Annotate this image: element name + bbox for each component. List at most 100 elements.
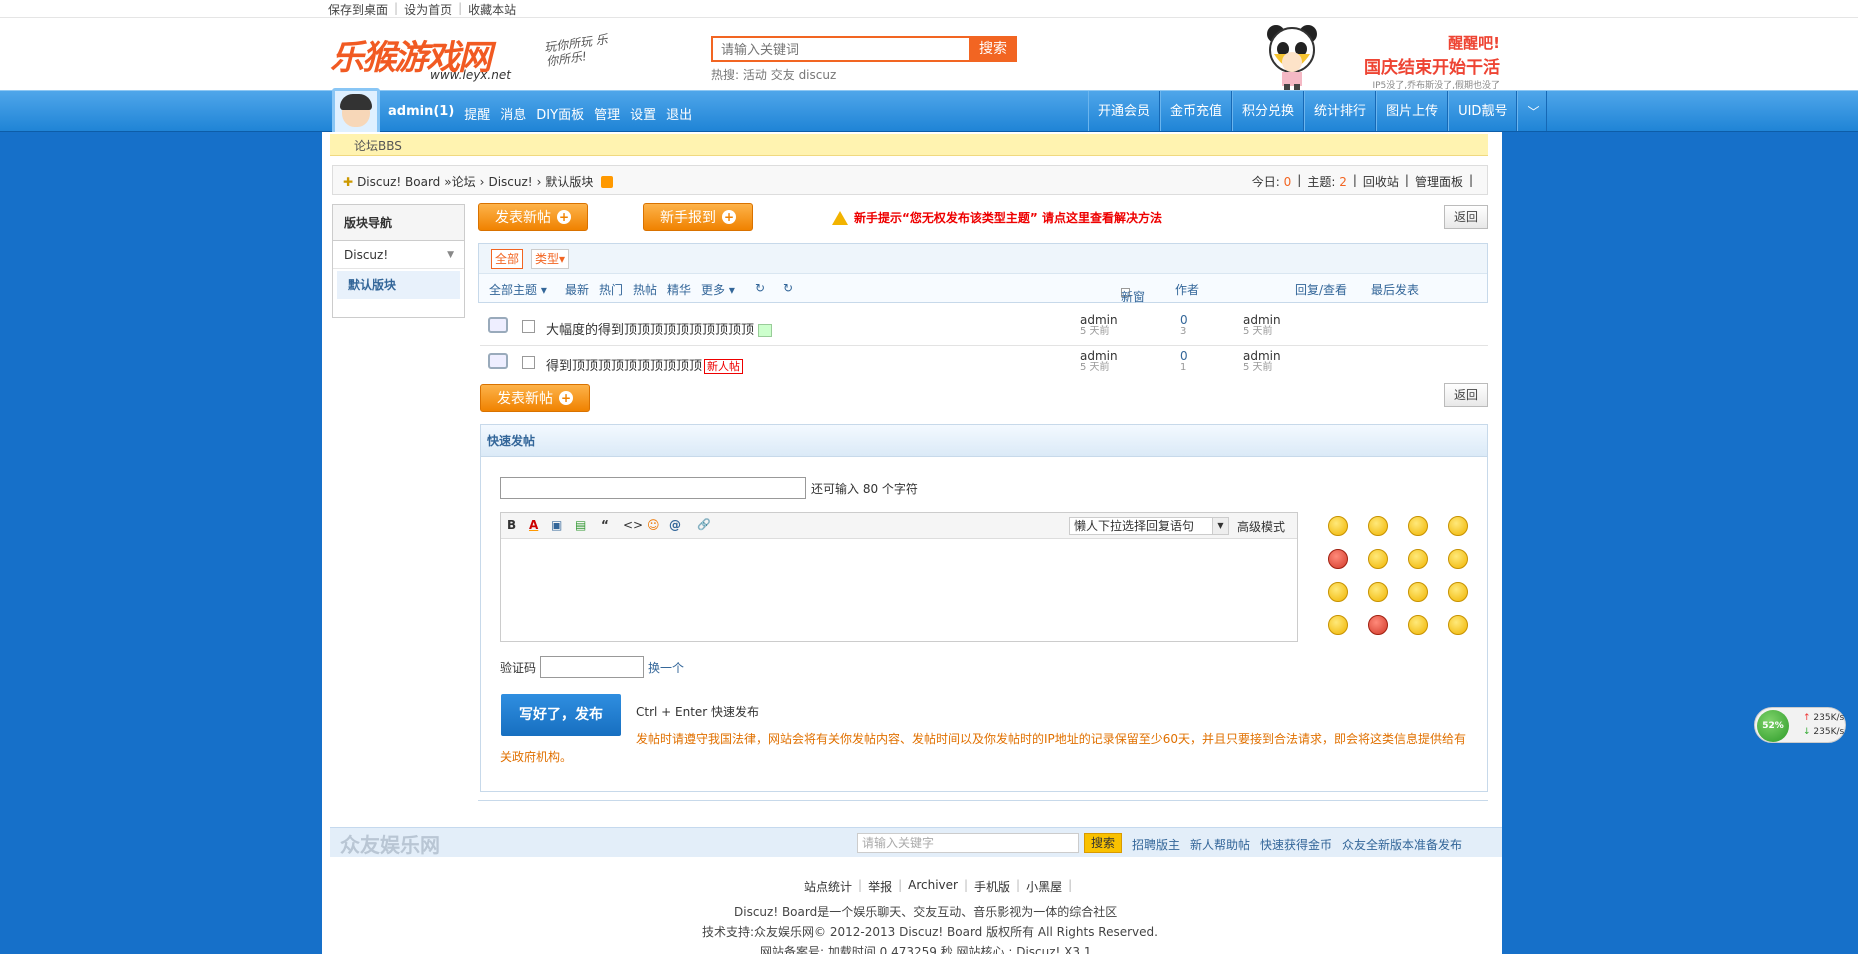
thread-title[interactable]: 得到顶顶顶顶顶顶顶顶顶顶 新人帖 bbox=[546, 355, 744, 374]
footer-nav-link[interactable]: 小黑屋 bbox=[1026, 878, 1062, 895]
reply-template-select[interactable]: 懒人下拉选择回复语句 ▼ bbox=[1069, 517, 1229, 535]
hot-word[interactable]: 交友 bbox=[771, 68, 795, 82]
footer-link[interactable]: 新人帮助帖 bbox=[1190, 836, 1250, 853]
mad-emoji-icon[interactable] bbox=[1368, 615, 1388, 635]
bold-icon[interactable]: B bbox=[507, 518, 516, 532]
admin-panel-link[interactable]: 管理面板 bbox=[1415, 173, 1463, 190]
newbie-button[interactable]: 新手报到 + bbox=[643, 203, 753, 231]
nav-exchange[interactable]: 积分兑换 bbox=[1232, 91, 1305, 131]
sidebar-item-current[interactable]: 默认版块 bbox=[337, 271, 460, 299]
at-icon[interactable]: @ bbox=[669, 518, 681, 532]
yawn-emoji-icon[interactable] bbox=[1448, 615, 1468, 635]
image-icon[interactable]: ▣ bbox=[551, 518, 562, 532]
footer-nav-link[interactable]: 站点统计 bbox=[804, 878, 852, 895]
sidebar-group[interactable]: Discuz! ▼ bbox=[333, 241, 464, 269]
footer-search-button[interactable]: 搜索 bbox=[1084, 833, 1122, 853]
crumb-discuz[interactable]: Discuz! bbox=[488, 175, 532, 189]
set-homepage-link[interactable]: 设为首页 bbox=[404, 1, 452, 18]
table-row[interactable]: 大幅度的得到顶顶顶顶顶顶顶顶顶顶 admin 5 天前 03 admin 5 天前 bbox=[480, 310, 1488, 346]
chevron-down-icon[interactable]: ﹀ bbox=[1517, 91, 1548, 131]
crumb-current[interactable]: 默认版块 bbox=[545, 173, 593, 190]
footer-search-input[interactable]: 请输入关键字 bbox=[857, 833, 1079, 853]
tab-latest[interactable]: 最新 bbox=[565, 281, 589, 298]
logout-link[interactable]: 退出 bbox=[666, 104, 692, 123]
footer-nav-link[interactable]: 手机版 bbox=[974, 878, 1010, 895]
grin-emoji-icon[interactable] bbox=[1408, 516, 1428, 536]
thread-author[interactable]: admin 5 天前 bbox=[1080, 350, 1118, 374]
quote-icon[interactable]: “ bbox=[601, 518, 609, 532]
avatar[interactable] bbox=[332, 88, 380, 136]
smirk-emoji-icon[interactable] bbox=[1408, 615, 1428, 635]
bbs-label[interactable]: 论坛BBS bbox=[354, 137, 402, 154]
network-speed-widget[interactable]: 52% ↑ 235K/s ↓ 235K/s bbox=[1754, 707, 1846, 743]
thread-author[interactable]: admin 5 天前 bbox=[1080, 314, 1118, 338]
filter-type[interactable]: 类型▾ bbox=[531, 249, 570, 269]
angry-emoji-icon[interactable] bbox=[1328, 549, 1348, 569]
tab-hot-posts[interactable]: 热帖 bbox=[633, 281, 657, 298]
search-button[interactable]: 搜索 bbox=[969, 36, 1017, 62]
wink-emoji-icon[interactable] bbox=[1328, 582, 1348, 602]
table-row[interactable]: 得到顶顶顶顶顶顶顶顶顶顶 新人帖 admin 5 天前 01 admin 5 天前 bbox=[480, 346, 1488, 382]
new-post-button[interactable]: 发表新帖 + bbox=[480, 384, 590, 412]
laugh-emoji-icon[interactable] bbox=[1408, 582, 1428, 602]
thread-last-post[interactable]: admin 5 天前 bbox=[1243, 314, 1281, 338]
attachment-icon[interactable]: 🔗 bbox=[697, 518, 711, 531]
surprise-emoji-icon[interactable] bbox=[1408, 549, 1428, 569]
tab-digest[interactable]: 精华 bbox=[667, 281, 691, 298]
footer-nav-link[interactable]: Archiver bbox=[908, 878, 958, 895]
settings-link[interactable]: 设置 bbox=[630, 104, 656, 123]
username-link[interactable]: admin(1) bbox=[388, 104, 454, 123]
nav-upload[interactable]: 图片上传 bbox=[1376, 91, 1449, 131]
font-color-icon[interactable]: A bbox=[529, 518, 538, 532]
thread-checkbox[interactable] bbox=[522, 356, 535, 369]
nav-vip[interactable]: 开通会员 bbox=[1088, 91, 1161, 131]
code-icon[interactable]: <> bbox=[623, 518, 643, 532]
tab-more[interactable]: 更多 ▾ bbox=[701, 281, 735, 298]
save-to-desktop-link[interactable]: 保存到桌面 bbox=[328, 1, 388, 18]
back-button[interactable]: 返回 bbox=[1444, 205, 1488, 229]
hot-word[interactable]: 活动 bbox=[743, 68, 767, 82]
sleepy-emoji-icon[interactable] bbox=[1448, 549, 1468, 569]
back-button[interactable]: 返回 bbox=[1444, 383, 1488, 407]
admin-link[interactable]: 管理 bbox=[594, 104, 620, 123]
bookmark-link[interactable]: 收藏本站 bbox=[468, 1, 516, 18]
new-post-button[interactable]: 发表新帖 + bbox=[478, 203, 588, 231]
filter-all[interactable]: 全部 bbox=[491, 249, 524, 269]
subject-input[interactable] bbox=[500, 477, 806, 499]
bigsmile-emoji-icon[interactable] bbox=[1448, 582, 1468, 602]
link-icon[interactable]: ▤ bbox=[575, 518, 586, 532]
nav-uid[interactable]: UID靓号 bbox=[1448, 91, 1518, 131]
footer-link[interactable]: 快速获得金币 bbox=[1260, 836, 1332, 853]
tab-all-topics[interactable]: 全部主题 ▾ bbox=[489, 281, 547, 298]
smile-emoji-icon[interactable] bbox=[1328, 516, 1348, 536]
footer-link[interactable]: 众友全新版本准备发布 bbox=[1342, 836, 1462, 853]
recycle-link[interactable]: 回收站 bbox=[1363, 173, 1399, 190]
nav-ranking[interactable]: 统计排行 bbox=[1304, 91, 1377, 131]
footer-link[interactable]: 招聘版主 bbox=[1132, 836, 1180, 853]
sad-emoji-icon[interactable] bbox=[1368, 516, 1388, 536]
thread-checkbox[interactable] bbox=[522, 320, 535, 333]
thread-title[interactable]: 大幅度的得到顶顶顶顶顶顶顶顶顶顶 bbox=[546, 319, 773, 338]
diy-panel-link[interactable]: DIY面板 bbox=[536, 104, 584, 123]
smiley-icon[interactable]: ☺ bbox=[647, 518, 660, 532]
captcha-refresh-link[interactable]: 换一个 bbox=[648, 659, 684, 676]
crumb-board[interactable]: Discuz! Board bbox=[357, 175, 440, 189]
promo-banner[interactable]: 醒醒吧! 国庆结束开始干活 IP5没了,乔布斯没了,假期也没了 bbox=[1330, 32, 1500, 91]
tongue-emoji-icon[interactable] bbox=[1368, 582, 1388, 602]
shock-emoji-icon[interactable] bbox=[1368, 549, 1388, 569]
refresh-icon[interactable]: ↻ bbox=[755, 281, 765, 295]
happy-emoji-icon[interactable] bbox=[1328, 615, 1348, 635]
messages-link[interactable]: 消息 bbox=[500, 104, 526, 123]
advanced-mode-link[interactable]: 高级模式 bbox=[1237, 518, 1285, 535]
site-logo[interactable]: 乐猴游戏网 www.leyx.net 玩你所玩 乐你所乐! bbox=[330, 30, 609, 86]
search-input[interactable] bbox=[713, 38, 971, 60]
crumb-forum[interactable]: »论坛 bbox=[444, 173, 475, 190]
tab-hot[interactable]: 热门 bbox=[599, 281, 623, 298]
nav-recharge[interactable]: 金币充值 bbox=[1160, 91, 1233, 131]
thread-last-post[interactable]: admin 5 天前 bbox=[1243, 350, 1281, 374]
rss-icon[interactable] bbox=[601, 175, 614, 188]
cry-emoji-icon[interactable] bbox=[1448, 516, 1468, 536]
footer-nav-link[interactable]: 举报 bbox=[868, 878, 892, 895]
hot-word[interactable]: discuz bbox=[799, 68, 837, 82]
post-editor[interactable]: B A ▣ ▤ “ <> ☺ @ 🔗 懒人下拉选择回复语句 ▼ 高级模式 bbox=[500, 512, 1298, 642]
